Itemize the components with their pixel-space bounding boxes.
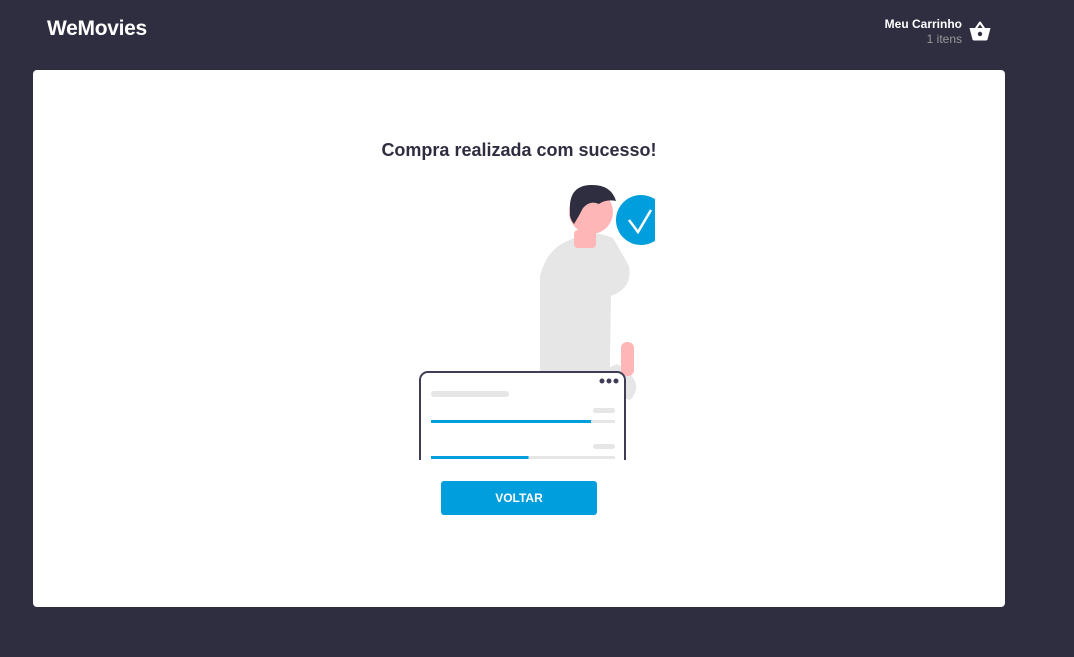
cart-text: Meu Carrinho 1 itens bbox=[885, 17, 962, 46]
app-header: WeMovies Meu Carrinho 1 itens bbox=[0, 0, 1074, 70]
cart-count: 1 itens bbox=[926, 32, 962, 46]
success-message: Compra realizada com sucesso! bbox=[381, 140, 657, 160]
basket-icon bbox=[969, 21, 991, 41]
logo[interactable]: WeMovies bbox=[47, 17, 147, 41]
cart-link[interactable]: Meu Carrinho 1 itens bbox=[860, 14, 1000, 50]
cart-title: Meu Carrinho bbox=[884, 17, 962, 31]
progress-bar-fill bbox=[431, 420, 592, 423]
success-card: Compra realizada com sucesso! VOLTAR bbox=[33, 70, 1005, 607]
purchase-success-illustration bbox=[419, 184, 655, 460]
progress-bar-fill bbox=[431, 456, 529, 459]
check-circle-icon bbox=[616, 195, 655, 245]
back-button[interactable]: VOLTAR bbox=[441, 481, 597, 515]
